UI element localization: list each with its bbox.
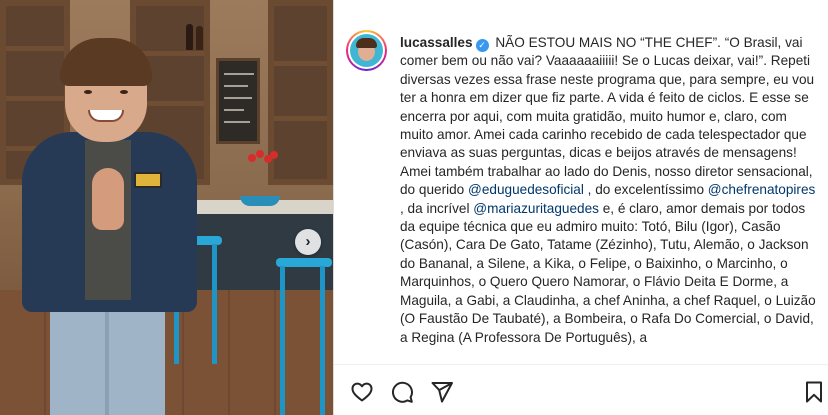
bookmark-icon (806, 381, 822, 403)
post-caption: lucassalles ✓ NÃO ESTOU MAIS NO “THE CHEF… (400, 34, 818, 347)
avatar[interactable] (346, 30, 387, 71)
flower-vase (246, 150, 280, 170)
like-button[interactable] (350, 380, 376, 406)
blue-bowl (240, 196, 280, 206)
caption-text: , da incrível (400, 200, 474, 216)
carousel-next-button[interactable]: › (295, 229, 321, 255)
mention-link[interactable]: @mariazuritaguedes (473, 201, 599, 216)
share-button[interactable] (430, 380, 456, 406)
post-actions-bar (334, 373, 828, 415)
comment-icon (391, 381, 413, 403)
heart-icon (351, 382, 373, 402)
post-photo[interactable]: › (0, 0, 333, 415)
caption-text: , do excelentíssimo (583, 182, 708, 198)
verified-badge-icon: ✓ (475, 39, 489, 52)
caption-text: e, é claro, amor demais por todos da equ… (400, 200, 816, 345)
share-icon (431, 382, 453, 403)
caption-text: NÃO ESTOU MAIS NO “THE CHEF”. “O Brasil,… (400, 35, 815, 198)
caption-panel: lucassalles ✓ NÃO ESTOU MAIS NO “THE CHEF… (334, 0, 828, 415)
comment-button[interactable] (390, 380, 416, 406)
mention-link[interactable]: @eduguedesoficial (468, 182, 584, 197)
username-link[interactable]: lucassalles (400, 35, 473, 50)
chevron-right-icon: › (305, 233, 311, 250)
chalkboard-menu (216, 58, 260, 144)
jacket-patch (134, 172, 162, 188)
save-button[interactable] (802, 380, 828, 406)
praying-hands (92, 168, 124, 230)
actions-divider (334, 364, 828, 365)
mention-link[interactable]: @chefrenatopires (708, 182, 816, 197)
